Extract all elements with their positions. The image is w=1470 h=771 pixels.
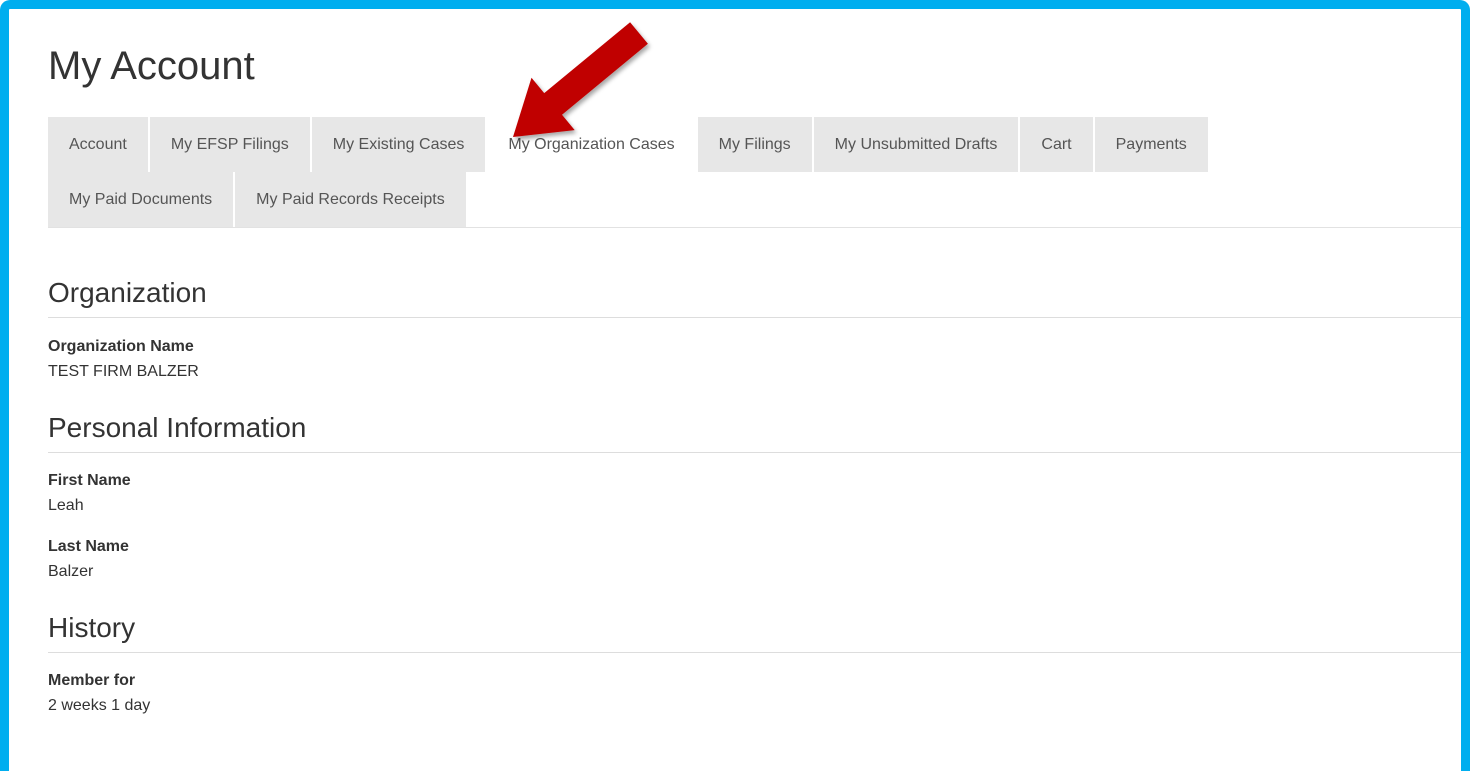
history-heading: History bbox=[48, 612, 1461, 653]
page-title: My Account bbox=[48, 44, 255, 88]
first-name-label: First Name bbox=[48, 472, 131, 489]
tab-my-paid-documents[interactable]: My Paid Documents bbox=[48, 172, 234, 227]
account-tabs: Account My EFSP Filings My Existing Case… bbox=[48, 117, 1461, 227]
last-name-label: Last Name bbox=[48, 538, 129, 555]
tab-my-efsp-filings[interactable]: My EFSP Filings bbox=[149, 117, 310, 172]
tabs-divider bbox=[48, 227, 1461, 228]
tab-my-existing-cases[interactable]: My Existing Cases bbox=[311, 117, 486, 172]
arrow-shape bbox=[513, 22, 648, 138]
tab-my-filings[interactable]: My Filings bbox=[697, 117, 812, 172]
member-for-label: Member for bbox=[48, 672, 136, 689]
tab-row-2: My Paid Documents My Paid Records Receip… bbox=[48, 172, 468, 227]
organization-name-label: Organization Name bbox=[48, 338, 194, 355]
member-for-value: 2 weeks 1 day bbox=[48, 697, 151, 714]
tab-account[interactable]: Account bbox=[48, 117, 148, 172]
first-name-value: Leah bbox=[48, 497, 84, 514]
red-arrow-icon bbox=[513, 22, 648, 138]
organization-name-value: TEST FIRM BALZER bbox=[48, 363, 199, 380]
screenshot-frame: My Account Account My EFSP Filings My Ex… bbox=[0, 0, 1470, 771]
last-name-value: Balzer bbox=[48, 563, 94, 580]
tab-my-paid-records-receipts[interactable]: My Paid Records Receipts bbox=[235, 172, 466, 227]
personal-information-heading: Personal Information bbox=[48, 412, 1461, 453]
organization-heading: Organization bbox=[48, 277, 1461, 318]
account-page: My Account Account My EFSP Filings My Ex… bbox=[48, 9, 1461, 771]
tab-my-unsubmitted-drafts[interactable]: My Unsubmitted Drafts bbox=[813, 117, 1019, 172]
tab-cart[interactable]: Cart bbox=[1020, 117, 1093, 172]
tab-payments[interactable]: Payments bbox=[1094, 117, 1208, 172]
